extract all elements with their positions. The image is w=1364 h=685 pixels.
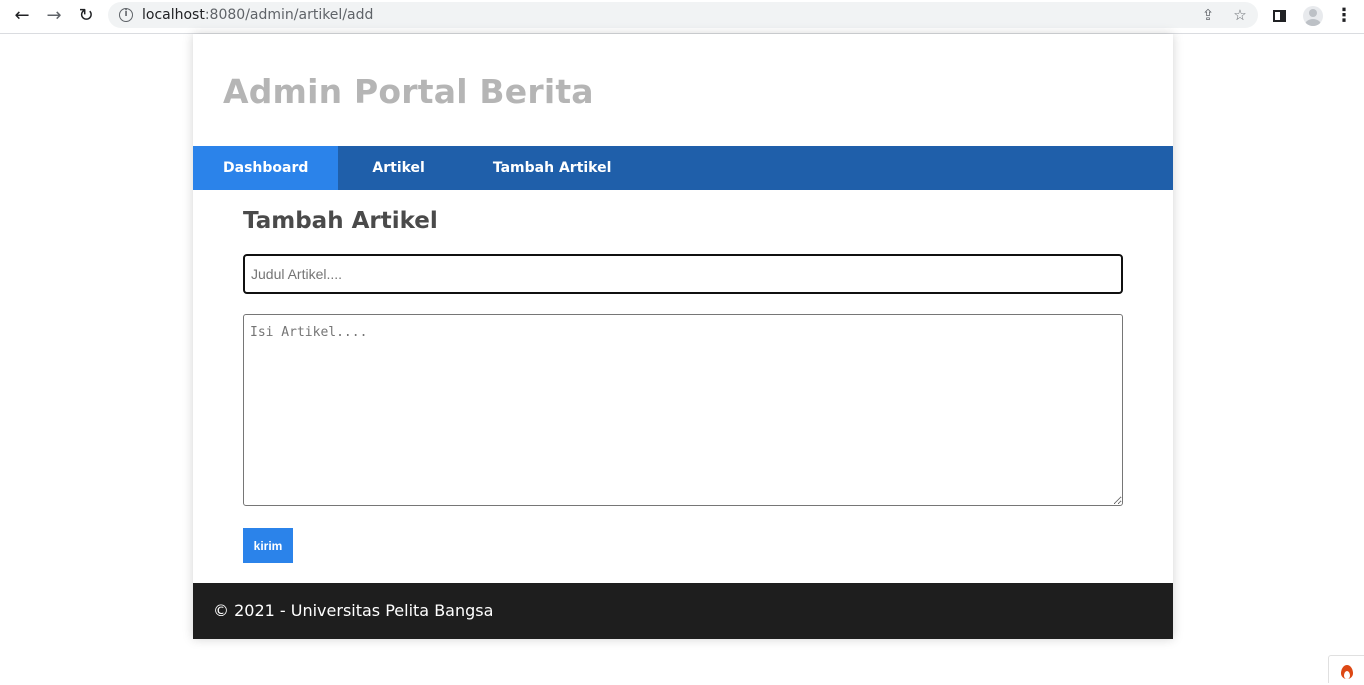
kebab-menu-icon[interactable]: ⋮ <box>1333 5 1355 27</box>
forward-arrow-icon[interactable]: → <box>41 4 67 28</box>
nav-item-artikel[interactable]: Artikel <box>338 146 458 190</box>
profile-avatar-icon[interactable] <box>1301 5 1323 27</box>
page-container: Admin Portal Berita Dashboard Artikel Ta… <box>193 34 1173 639</box>
browser-toolbar: ← → ↻ i localhost:8080/admin/artikel/add… <box>0 0 1364 34</box>
nav-item-tambah-artikel[interactable]: Tambah Artikel <box>459 146 646 190</box>
main-nav: Dashboard Artikel Tambah Artikel <box>193 146 1173 190</box>
article-body-textarea[interactable] <box>243 314 1123 506</box>
address-bar[interactable]: i localhost:8080/admin/artikel/add ⇪ ☆ <box>108 2 1258 28</box>
page-title: Tambah Artikel <box>243 208 438 234</box>
nav-item-dashboard[interactable]: Dashboard <box>193 146 339 190</box>
bookmark-star-icon[interactable]: ☆ <box>1230 5 1250 25</box>
debug-toolbar-toggle[interactable] <box>1328 655 1364 683</box>
url-path: :8080/admin/artikel/add <box>204 7 374 23</box>
url-host: localhost <box>142 7 205 23</box>
site-header: Admin Portal Berita <box>193 34 1173 146</box>
site-footer: © 2021 - Universitas Pelita Bangsa <box>193 583 1173 639</box>
submit-button[interactable]: kirim <box>243 528 293 563</box>
reload-icon[interactable]: ↻ <box>73 4 99 28</box>
share-icon[interactable]: ⇪ <box>1198 5 1218 25</box>
article-title-input[interactable] <box>243 254 1123 294</box>
url-text[interactable]: localhost:8080/admin/artikel/add <box>142 7 373 23</box>
flame-icon <box>1340 662 1354 680</box>
side-panel-icon[interactable] <box>1268 5 1290 27</box>
site-title: Admin Portal Berita <box>223 72 594 111</box>
site-info-icon[interactable]: i <box>119 8 133 22</box>
footer-copyright: © 2021 - Universitas Pelita Bangsa <box>213 601 494 620</box>
back-arrow-icon[interactable]: ← <box>9 4 35 28</box>
